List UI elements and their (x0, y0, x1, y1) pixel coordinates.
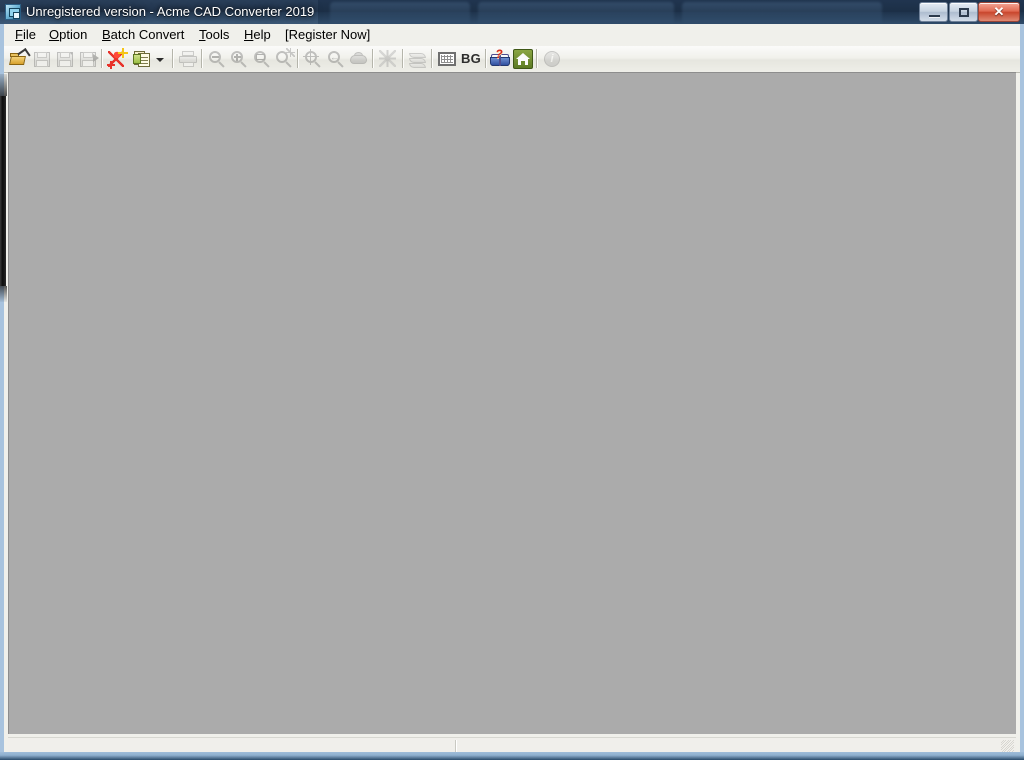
toolbar-button-multi-page[interactable] (132, 48, 154, 70)
menu-accel-batch: B (102, 27, 111, 42)
maximize-icon (950, 3, 977, 21)
help-book-icon: ? (489, 48, 511, 70)
measure-icon (377, 48, 399, 70)
bg-text-icon: BG (460, 51, 482, 66)
menu-label-batch-convert: atch Convert (110, 27, 185, 42)
save-floppy-icon (31, 48, 53, 70)
zoom-all-icon (302, 48, 324, 70)
toolbar-button-multi-page-dropdown[interactable] (154, 48, 166, 70)
zoom-in-icon (228, 48, 250, 70)
toolbar-button-save-as[interactable]: • (54, 48, 76, 70)
toolbar-separator (536, 49, 537, 68)
toolbar-button-help-topics[interactable]: ? (489, 48, 511, 70)
toolbar-button-open-file[interactable] (8, 47, 31, 70)
zoom-dynamic-icon (273, 48, 295, 70)
toolbar-button-save-selected[interactable] (77, 48, 99, 70)
zoom-previous-icon: ← (325, 48, 347, 70)
menu-item-tools[interactable]: Tools (192, 26, 236, 44)
toolbar-button-batch-convert[interactable] (107, 48, 129, 70)
printer-icon (177, 48, 199, 70)
image-grid-icon (436, 48, 458, 70)
toolbar-separator (431, 49, 432, 68)
home-icon (512, 48, 534, 70)
menu-label-register-now: [Register Now] (285, 27, 371, 42)
pan-hand-icon (348, 48, 370, 70)
save-as-icon: • (54, 48, 76, 70)
toolbar: • ← BG ? i (4, 46, 1020, 73)
menu-accel-option: O (49, 27, 60, 42)
menu-item-help[interactable]: Help (237, 26, 278, 44)
maximize-button[interactable] (949, 2, 978, 22)
mdi-child-edge-shadow-top (0, 74, 7, 96)
info-icon: i (541, 48, 563, 70)
toolbar-button-zoom-dynamic[interactable] (273, 48, 295, 70)
toolbar-button-background-color[interactable]: BG (459, 48, 483, 70)
toolbar-separator (101, 49, 102, 68)
layers-icon (407, 48, 429, 70)
title-bar-seethrough-tab (682, 2, 882, 23)
minimize-icon (920, 3, 947, 21)
toolbar-button-about-info[interactable]: i (541, 48, 563, 70)
menu-bar: File Option Batch Convert Tools Help [Re… (4, 24, 1020, 47)
toolbar-separator (372, 49, 373, 68)
application-window: Unregistered version - Acme CAD Converte… (0, 0, 1024, 760)
menu-item-batch-convert[interactable]: Batch Convert (95, 26, 191, 44)
toolbar-button-zoom-in[interactable] (228, 48, 250, 70)
toolbar-separator (485, 49, 486, 68)
chevron-down-icon (156, 58, 164, 62)
title-bar[interactable]: Unregistered version - Acme CAD Converte… (0, 0, 1024, 24)
toolbar-separator (172, 49, 173, 68)
pages-icon (132, 48, 154, 70)
menu-label-file: ile (22, 27, 36, 42)
menu-accel-help: H (244, 27, 254, 42)
toolbar-button-home-page[interactable] (512, 48, 534, 70)
toolbar-button-measure[interactable] (377, 48, 399, 70)
toolbar-button-zoom-previous[interactable]: ← (325, 48, 347, 70)
toolbar-separator (201, 49, 202, 68)
toolbar-button-zoom-all[interactable] (302, 48, 324, 70)
toolbar-button-zoom-window[interactable] (251, 48, 273, 70)
batch-convert-icon (107, 48, 129, 70)
zoom-window-icon (251, 48, 273, 70)
menu-label-option: ption (59, 27, 88, 42)
app-icon (5, 4, 21, 20)
drawing-canvas[interactable] (8, 72, 1016, 734)
menu-label-help: elp (253, 27, 271, 42)
window-bottom-frame (0, 752, 1024, 760)
menu-item-option[interactable]: Option (42, 26, 94, 44)
close-icon: ✕ (993, 4, 1005, 19)
mdi-child-edge-shadow-bottom (0, 286, 7, 302)
menu-item-file[interactable]: File (8, 26, 43, 44)
toolbar-button-save-file[interactable] (31, 48, 53, 70)
open-folder-icon (8, 47, 31, 70)
menu-item-register-now[interactable]: [Register Now] (278, 26, 377, 44)
toolbar-button-layers[interactable] (407, 48, 429, 70)
window-title: Unregistered version - Acme CAD Converte… (26, 4, 315, 19)
toolbar-button-image-grid[interactable] (436, 48, 458, 70)
menu-accel-file: F (15, 27, 23, 42)
mdi-child-edge-shadow (0, 96, 6, 286)
toolbar-button-zoom-out[interactable] (206, 48, 228, 70)
save-export-icon (77, 48, 99, 70)
zoom-out-icon (206, 48, 228, 70)
toolbar-button-pan[interactable] (348, 48, 370, 70)
close-button[interactable]: ✕ (978, 2, 1020, 22)
menu-label-tools: ools (205, 27, 230, 42)
toolbar-separator (402, 49, 403, 68)
title-bar-seethrough-tab (478, 2, 674, 23)
minimize-button[interactable] (919, 2, 948, 22)
toolbar-button-print[interactable] (177, 48, 199, 70)
toolbar-separator (297, 49, 298, 68)
title-bar-seethrough-tab (330, 2, 470, 23)
